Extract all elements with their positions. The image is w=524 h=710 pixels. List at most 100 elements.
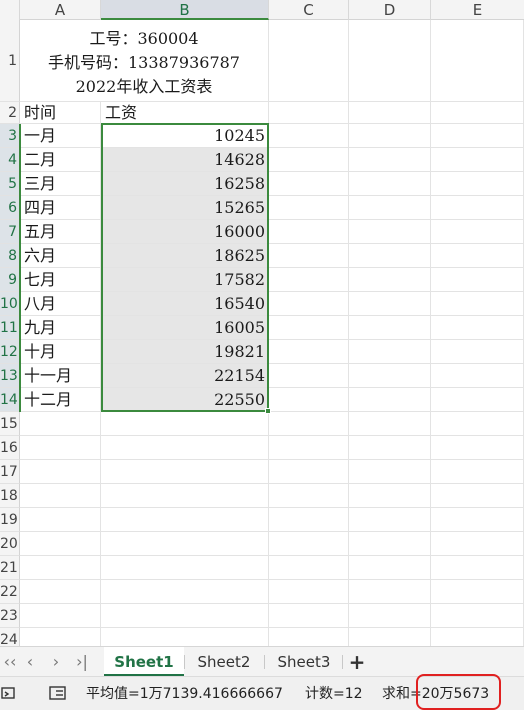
cell-empty[interactable] <box>20 508 101 532</box>
column-header-d[interactable]: D <box>349 0 431 20</box>
cell-empty[interactable] <box>269 628 349 646</box>
list-view-icon[interactable] <box>48 685 68 703</box>
cell-salary[interactable]: 10245 <box>101 124 269 148</box>
cell-salary[interactable]: 22154 <box>101 364 269 388</box>
cell-c2[interactable] <box>269 102 349 124</box>
cell-empty[interactable] <box>431 196 524 220</box>
cell-empty[interactable] <box>431 364 524 388</box>
cell-empty[interactable] <box>431 388 524 412</box>
cell-empty[interactable] <box>431 556 524 580</box>
macro-icon[interactable] <box>0 685 18 703</box>
cell-empty[interactable] <box>269 604 349 628</box>
cell-empty[interactable] <box>269 436 349 460</box>
cell-e2[interactable] <box>431 102 524 124</box>
cell-empty[interactable] <box>349 484 431 508</box>
cell-empty[interactable] <box>431 268 524 292</box>
cell-empty[interactable] <box>20 484 101 508</box>
cell-month[interactable]: 一月 <box>20 124 101 148</box>
column-header-c[interactable]: C <box>269 0 349 20</box>
cell-empty[interactable] <box>20 460 101 484</box>
cell-empty[interactable] <box>349 196 431 220</box>
row-header-2[interactable]: 2 <box>0 102 20 124</box>
select-all-corner[interactable] <box>0 0 20 20</box>
row-header-16[interactable]: 16 <box>0 436 20 460</box>
cell-salary[interactable]: 14628 <box>101 148 269 172</box>
row-header-10[interactable]: 10 <box>0 292 20 316</box>
cell-salary[interactable]: 16540 <box>101 292 269 316</box>
row-header-11[interactable]: 11 <box>0 316 20 340</box>
cell-empty[interactable] <box>431 220 524 244</box>
cell-empty[interactable] <box>269 412 349 436</box>
spreadsheet-grid[interactable]: A B C D E 1 工号：360004 手机号码：13387936787 2… <box>0 0 524 646</box>
cell-empty[interactable] <box>431 580 524 604</box>
row-header-23[interactable]: 23 <box>0 604 20 628</box>
cell-empty[interactable] <box>431 412 524 436</box>
cell-salary[interactable]: 22550 <box>101 388 269 412</box>
cell-month[interactable]: 十一月 <box>20 364 101 388</box>
cell-empty[interactable] <box>349 436 431 460</box>
cell-empty[interactable] <box>269 364 349 388</box>
cell-empty[interactable] <box>431 532 524 556</box>
cell-empty[interactable] <box>349 460 431 484</box>
cell-empty[interactable] <box>20 436 101 460</box>
row-header-5[interactable]: 5 <box>0 172 20 196</box>
cell-month[interactable]: 三月 <box>20 172 101 196</box>
cell-empty[interactable] <box>101 484 269 508</box>
cell-month[interactable]: 六月 <box>20 244 101 268</box>
row-header-4[interactable]: 4 <box>0 148 20 172</box>
fill-handle[interactable] <box>265 408 271 414</box>
cell-month[interactable]: 五月 <box>20 220 101 244</box>
cell-empty[interactable] <box>349 316 431 340</box>
merged-title-cell[interactable]: 工号：360004 手机号码：13387936787 2022年收入工资表 <box>20 20 269 102</box>
cell-salary[interactable]: 16000 <box>101 220 269 244</box>
row-header-9[interactable]: 9 <box>0 268 20 292</box>
cell-empty[interactable] <box>269 220 349 244</box>
cell-empty[interactable] <box>20 556 101 580</box>
column-header-a[interactable]: A <box>20 0 101 20</box>
cell-empty[interactable] <box>20 580 101 604</box>
add-sheet-plus-icon[interactable]: + <box>346 651 368 673</box>
cell-empty[interactable] <box>349 292 431 316</box>
row-header-21[interactable]: 21 <box>0 556 20 580</box>
cell-empty[interactable] <box>349 580 431 604</box>
cell-empty[interactable] <box>431 292 524 316</box>
cell-empty[interactable] <box>269 172 349 196</box>
cell-empty[interactable] <box>349 532 431 556</box>
cell-empty[interactable] <box>269 340 349 364</box>
cell-empty[interactable] <box>269 388 349 412</box>
cell-empty[interactable] <box>269 508 349 532</box>
cell-empty[interactable] <box>431 124 524 148</box>
cell-empty[interactable] <box>269 532 349 556</box>
cell-empty[interactable] <box>349 220 431 244</box>
row-header-8[interactable]: 8 <box>0 244 20 268</box>
nav-last-sheet-icon[interactable]: ›| <box>74 653 90 671</box>
cell-empty[interactable] <box>349 628 431 646</box>
cell-empty[interactable] <box>101 532 269 556</box>
row-header-22[interactable]: 22 <box>0 580 20 604</box>
tab-sheet1[interactable]: Sheet1 <box>104 647 184 677</box>
column-header-b[interactable]: B <box>101 0 269 20</box>
row-header-19[interactable]: 19 <box>0 508 20 532</box>
cell-empty[interactable] <box>349 508 431 532</box>
cell-empty[interactable] <box>20 532 101 556</box>
cell-month[interactable]: 七月 <box>20 268 101 292</box>
nav-next-sheet-icon[interactable]: › <box>48 653 64 671</box>
cell-empty[interactable] <box>101 412 269 436</box>
cell-empty[interactable] <box>269 580 349 604</box>
cell-empty[interactable] <box>349 148 431 172</box>
cell-empty[interactable] <box>269 556 349 580</box>
cell-empty[interactable] <box>269 316 349 340</box>
cell-empty[interactable] <box>101 460 269 484</box>
cell-empty[interactable] <box>431 172 524 196</box>
cell-salary[interactable]: 16005 <box>101 316 269 340</box>
cell-empty[interactable] <box>349 268 431 292</box>
row-header-6[interactable]: 6 <box>0 196 20 220</box>
cell-empty[interactable] <box>431 340 524 364</box>
cell-empty[interactable] <box>269 244 349 268</box>
row-header-17[interactable]: 17 <box>0 460 20 484</box>
cell-empty[interactable] <box>431 604 524 628</box>
nav-prev-sheet-icon[interactable]: ‹ <box>22 653 38 671</box>
cell-empty[interactable] <box>269 484 349 508</box>
cell-empty[interactable] <box>269 124 349 148</box>
cell-empty[interactable] <box>349 412 431 436</box>
